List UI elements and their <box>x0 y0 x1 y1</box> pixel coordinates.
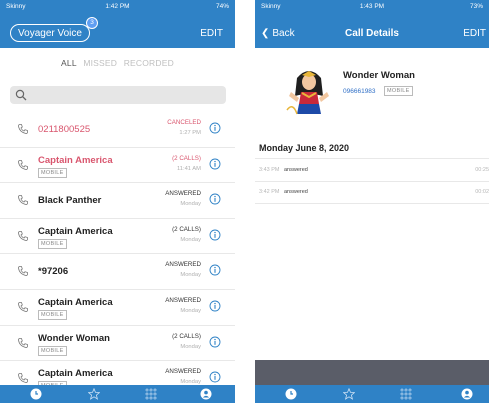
recent-calls-icon[interactable] <box>30 388 42 400</box>
info-icon[interactable] <box>209 264 221 276</box>
call-row[interactable]: Black Panther ANSWERED Monday <box>0 183 235 219</box>
caller-name: Captain America <box>38 368 113 380</box>
info-icon[interactable] <box>209 158 221 170</box>
number-type-tag: MOBILE <box>38 238 67 249</box>
entry-status: answered <box>284 189 308 195</box>
phone-call-icon <box>18 266 28 277</box>
call-status: (2 CALLS) <box>172 332 201 340</box>
caller-name: 0211800525 <box>38 124 91 135</box>
edit-button[interactable]: EDIT <box>463 28 486 39</box>
info-icon[interactable] <box>209 371 221 383</box>
entry-duration: 00:02 <box>475 189 489 195</box>
call-details-screen: Skinny 1:43 PM 73% ❮ Back Call Details ED… <box>255 0 489 403</box>
favorites-star-icon[interactable] <box>88 388 100 400</box>
call-row[interactable]: Captain America MOBILE (2 CALLS) 11:41 AM <box>0 148 235 184</box>
info-icon[interactable] <box>209 336 221 348</box>
phone-call-icon <box>18 230 28 241</box>
call-row[interactable]: Captain America MOBILE (2 CALLS) Monday <box>0 219 235 255</box>
caller-name: Wonder Woman <box>38 332 110 344</box>
status-bar: Skinny 1:42 PM 74% <box>0 0 235 14</box>
contact-icon[interactable] <box>200 388 212 400</box>
status-time: 1:43 PM <box>359 3 385 10</box>
phone-call-icon <box>18 195 28 206</box>
call-status: (2 CALLS) <box>172 225 201 233</box>
battery-level: 74% <box>215 3 229 10</box>
status-bar: Skinny 1:43 PM 73% <box>255 0 489 14</box>
number-type-tag: MOBILE <box>384 86 413 96</box>
call-row[interactable]: Captain AmericaMOBILE ANSWERED Monday <box>0 290 235 326</box>
call-status: CANCELED <box>167 119 201 126</box>
account-switcher-button[interactable]: Voyager Voice <box>10 24 90 42</box>
phone-call-icon <box>18 159 28 170</box>
contact-name: Wonder Woman <box>343 70 415 81</box>
contact-number-link[interactable]: 096661983 <box>343 88 376 95</box>
keypad-icon[interactable] <box>145 388 157 400</box>
contact-icon[interactable] <box>461 388 473 400</box>
header-bar: Skinny 1:42 PM 74% Voyager Voice 3 EDIT <box>0 0 235 48</box>
phone-call-icon <box>18 337 28 348</box>
header-bar: Skinny 1:43 PM 73% ❮ Back Call Details ED… <box>255 0 489 48</box>
entry-status: answered <box>284 167 308 173</box>
entry-time: 3:42 PM <box>259 189 280 195</box>
recent-calls-icon[interactable] <box>285 388 297 400</box>
call-status: ANSWERED <box>165 261 201 269</box>
call-status: ANSWERED <box>165 296 201 304</box>
call-time: 11:41 AM <box>176 165 201 172</box>
notification-badge: 3 <box>86 17 98 29</box>
call-status: (2 CALLS) <box>172 154 201 162</box>
tab-recorded[interactable]: RECORDED <box>124 58 174 68</box>
call-time: Monday <box>180 236 201 243</box>
call-row[interactable]: Wonder Woman MOBILE (2 CALLS) Monday <box>0 326 235 362</box>
caller-name: *97206 <box>38 266 69 278</box>
info-icon[interactable] <box>209 122 221 134</box>
info-icon[interactable] <box>209 229 221 241</box>
call-time: Monday <box>180 343 201 350</box>
contact-avatar <box>283 62 335 120</box>
page-title: Call Details <box>345 28 399 39</box>
call-time: 1:27 PM <box>179 130 201 136</box>
number-type-tag: MOBILE <box>38 309 67 320</box>
call-entry-row: 3:43 PM answered 00:25 <box>255 158 489 182</box>
edit-button[interactable]: EDIT <box>200 28 223 39</box>
call-history-screen: Skinny 1:42 PM 74% Voyager Voice 3 EDIT … <box>0 0 235 403</box>
search-input[interactable] <box>10 86 226 104</box>
call-status: ANSWERED <box>165 368 201 376</box>
battery-level: 73% <box>469 3 483 10</box>
call-row[interactable]: *97206 ANSWERED Monday <box>0 254 235 290</box>
call-time: Monday <box>180 272 201 279</box>
call-status: ANSWERED <box>165 190 201 198</box>
call-time: Monday <box>180 307 201 314</box>
phone-call-icon <box>18 302 28 312</box>
keypad-icon[interactable] <box>400 388 412 400</box>
number-type-tag: MOBILE <box>38 167 67 178</box>
phone-call-icon <box>18 373 28 384</box>
caller-name: Black Panther <box>38 195 102 207</box>
call-row[interactable]: 0211800525 CANCELED 1:27 PM <box>0 112 235 148</box>
call-list: 0211800525 CANCELED 1:27 PM Captain America… <box>0 112 235 397</box>
entry-time: 3:43 PM <box>259 167 280 173</box>
number-type-tag: MOBILE <box>38 345 67 356</box>
tab-missed[interactable]: MISSED <box>83 58 117 68</box>
date-heading: Monday June 8, 2020 <box>259 143 350 153</box>
favorites-star-icon[interactable] <box>343 388 355 400</box>
caller-name: Captain America <box>38 154 113 166</box>
call-time: Monday <box>180 201 201 208</box>
info-icon[interactable] <box>209 300 221 312</box>
tab-bar <box>255 385 489 403</box>
caller-name: Captain America <box>38 225 113 237</box>
phone-call-icon <box>18 124 28 134</box>
caller-name: Captain America <box>38 296 113 308</box>
action-band <box>255 360 489 385</box>
status-time: 1:42 PM <box>105 3 130 10</box>
info-icon[interactable] <box>209 193 221 205</box>
filter-tabs: ALL MISSED RECORDED <box>0 58 235 68</box>
search-icon <box>15 89 27 101</box>
call-entry-row: 3:42 PM answered 00:02 <box>255 181 489 204</box>
entry-duration: 00:25 <box>475 167 489 173</box>
tab-bar <box>0 385 235 403</box>
tab-all[interactable]: ALL <box>61 58 77 68</box>
